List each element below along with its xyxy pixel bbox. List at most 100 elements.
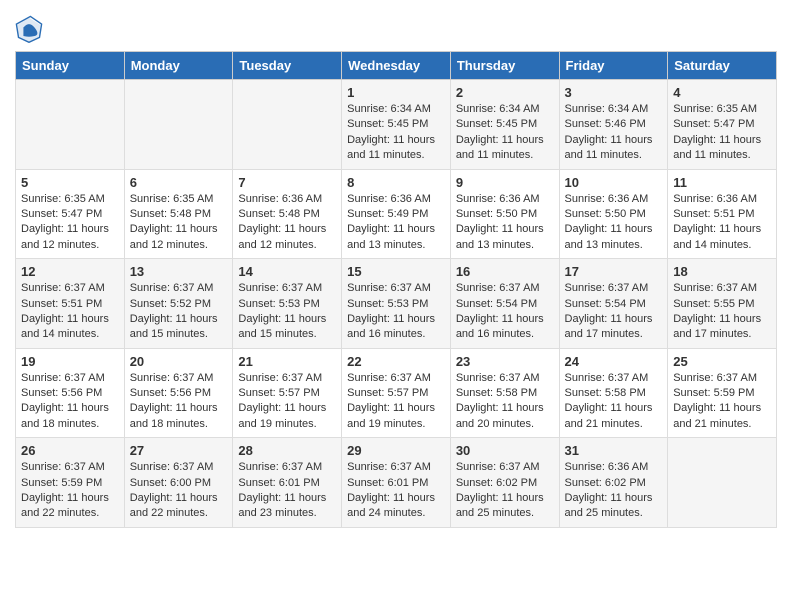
calendar-table: SundayMondayTuesdayWednesdayThursdayFrid…: [15, 51, 777, 528]
day-info-line: Sunrise: 6:37 AM: [456, 281, 554, 296]
day-info-line: Daylight: 11 hours and 23 minutes.: [238, 491, 336, 522]
day-info-line: Daylight: 11 hours and 25 minutes.: [456, 491, 554, 522]
day-info-line: Daylight: 11 hours and 20 minutes.: [456, 401, 554, 432]
day-info: Sunrise: 6:37 AMSunset: 6:02 PMDaylight:…: [456, 460, 554, 522]
day-info: Sunrise: 6:35 AMSunset: 5:48 PMDaylight:…: [130, 192, 228, 254]
day-info-line: Sunrise: 6:37 AM: [673, 371, 771, 386]
day-of-week-header: Saturday: [668, 52, 777, 80]
day-of-week-header: Friday: [559, 52, 668, 80]
day-info: Sunrise: 6:37 AMSunset: 5:59 PMDaylight:…: [21, 460, 119, 522]
day-number: 26: [21, 443, 119, 458]
day-number: 23: [456, 354, 554, 369]
day-info-line: Sunrise: 6:35 AM: [21, 192, 119, 207]
day-info-line: Sunrise: 6:36 AM: [456, 192, 554, 207]
day-number: 24: [565, 354, 663, 369]
day-number: 17: [565, 264, 663, 279]
day-info-line: Sunset: 5:59 PM: [21, 476, 119, 491]
day-info-line: Daylight: 11 hours and 13 minutes.: [565, 222, 663, 253]
calendar-day-cell: 11Sunrise: 6:36 AMSunset: 5:51 PMDayligh…: [668, 169, 777, 259]
day-info-line: Sunset: 6:02 PM: [565, 476, 663, 491]
calendar-day-cell: [668, 438, 777, 528]
day-info-line: Daylight: 11 hours and 15 minutes.: [238, 312, 336, 343]
day-info-line: Sunrise: 6:36 AM: [238, 192, 336, 207]
day-info: Sunrise: 6:36 AMSunset: 5:49 PMDaylight:…: [347, 192, 445, 254]
day-info: Sunrise: 6:36 AMSunset: 6:02 PMDaylight:…: [565, 460, 663, 522]
day-info: Sunrise: 6:37 AMSunset: 5:59 PMDaylight:…: [673, 371, 771, 433]
day-info: Sunrise: 6:37 AMSunset: 5:52 PMDaylight:…: [130, 281, 228, 343]
day-info-line: Sunrise: 6:34 AM: [565, 102, 663, 117]
day-info: Sunrise: 6:37 AMSunset: 6:00 PMDaylight:…: [130, 460, 228, 522]
calendar-week-row: 26Sunrise: 6:37 AMSunset: 5:59 PMDayligh…: [16, 438, 777, 528]
day-info-line: Daylight: 11 hours and 14 minutes.: [21, 312, 119, 343]
calendar-body: 1Sunrise: 6:34 AMSunset: 5:45 PMDaylight…: [16, 80, 777, 528]
day-info-line: Sunset: 5:53 PM: [347, 297, 445, 312]
day-number: 14: [238, 264, 336, 279]
day-info: Sunrise: 6:37 AMSunset: 5:54 PMDaylight:…: [456, 281, 554, 343]
day-number: 4: [673, 85, 771, 100]
calendar-day-cell: 21Sunrise: 6:37 AMSunset: 5:57 PMDayligh…: [233, 348, 342, 438]
day-info: Sunrise: 6:35 AMSunset: 5:47 PMDaylight:…: [21, 192, 119, 254]
day-number: 22: [347, 354, 445, 369]
logo-icon: [15, 15, 43, 43]
calendar-day-cell: [233, 80, 342, 170]
day-info-line: Sunrise: 6:37 AM: [565, 371, 663, 386]
calendar-day-cell: 15Sunrise: 6:37 AMSunset: 5:53 PMDayligh…: [342, 259, 451, 349]
calendar-week-row: 19 Sunrise: 6:37 AM Sunset: 5:56 PM Dayligh…: [16, 348, 777, 438]
calendar-day-cell: [16, 80, 125, 170]
calendar-day-cell: 17Sunrise: 6:37 AMSunset: 5:54 PMDayligh…: [559, 259, 668, 349]
day-info-line: Sunrise: 6:37 AM: [238, 460, 336, 475]
day-number: 16: [456, 264, 554, 279]
calendar-day-cell: 23Sunrise: 6:37 AMSunset: 5:58 PMDayligh…: [450, 348, 559, 438]
day-of-week-header: Sunday: [16, 52, 125, 80]
day-info-line: Sunset: 5:55 PM: [673, 297, 771, 312]
day-info-line: Sunrise: 6:37 AM: [673, 281, 771, 296]
day-info-line: Sunrise: 6:37 AM: [238, 281, 336, 296]
calendar-header: SundayMondayTuesdayWednesdayThursdayFrid…: [16, 52, 777, 80]
day-info: Sunrise: 6:37 AMSunset: 6:01 PMDaylight:…: [347, 460, 445, 522]
day-number: 18: [673, 264, 771, 279]
day-info-line: Daylight: 11 hours and 12 minutes.: [21, 222, 119, 253]
day-number: 10: [565, 175, 663, 190]
calendar-week-row: 12Sunrise: 6:37 AMSunset: 5:51 PMDayligh…: [16, 259, 777, 349]
day-info: Sunrise: 6:34 AMSunset: 5:45 PMDaylight:…: [347, 102, 445, 164]
day-info-line: Sunset: 5:53 PM: [238, 297, 336, 312]
logo: [15, 15, 47, 43]
day-number: 11: [673, 175, 771, 190]
day-info-line: Daylight: 11 hours and 21 minutes.: [673, 401, 771, 432]
day-info-line: Sunset: 5:45 PM: [456, 117, 554, 132]
day-info-line: Sunset: 5:56 PM: [130, 386, 228, 401]
day-number: 2: [456, 85, 554, 100]
day-number: 6: [130, 175, 228, 190]
day-info-line: Sunrise: 6:36 AM: [347, 192, 445, 207]
day-number: 9: [456, 175, 554, 190]
day-info-line: Sunset: 6:01 PM: [347, 476, 445, 491]
day-info: Sunrise: 6:37 AMSunset: 5:53 PMDaylight:…: [347, 281, 445, 343]
day-info-line: Sunrise: 6:36 AM: [673, 192, 771, 207]
day-of-week-header: Thursday: [450, 52, 559, 80]
day-number: 21: [238, 354, 336, 369]
day-number: 29: [347, 443, 445, 458]
day-info-line: Sunrise: 6:34 AM: [347, 102, 445, 117]
day-info: Sunrise: 6:36 AMSunset: 5:50 PMDaylight:…: [456, 192, 554, 254]
day-info-line: Daylight: 11 hours and 24 minutes.: [347, 491, 445, 522]
calendar-day-cell: 27 Sunrise: 6:37 AMSunset: 6:00 PMDayligh…: [124, 438, 233, 528]
calendar-day-cell: 13Sunrise: 6:37 AMSunset: 5:52 PMDayligh…: [124, 259, 233, 349]
day-info-line: Sunset: 5:50 PM: [565, 207, 663, 222]
day-info-line: Sunset: 5:46 PM: [565, 117, 663, 132]
day-info: Sunrise: 6:34 AMSunset: 5:45 PMDaylight:…: [456, 102, 554, 164]
day-info: Sunrise: 6:34 AMSunset: 5:46 PMDaylight:…: [565, 102, 663, 164]
day-of-week-header: Wednesday: [342, 52, 451, 80]
day-number: 25: [673, 354, 771, 369]
day-info-line: Sunrise: 6:36 AM: [565, 460, 663, 475]
day-info-line: Sunset: 5:49 PM: [347, 207, 445, 222]
day-info-line: Sunrise: 6:37 AM: [347, 460, 445, 475]
day-info-line: Daylight: 11 hours and 22 minutes.: [21, 491, 119, 522]
day-info-line: Daylight: 11 hours and 11 minutes.: [347, 133, 445, 164]
calendar-week-row: 1Sunrise: 6:34 AMSunset: 5:45 PMDaylight…: [16, 80, 777, 170]
day-number: 27: [130, 443, 228, 458]
day-info-line: Sunrise: 6:37 AM: [347, 371, 445, 386]
day-number: 28: [238, 443, 336, 458]
day-number: 19: [21, 354, 119, 369]
day-info-line: Sunset: 5:58 PM: [456, 386, 554, 401]
day-info-line: Sunset: 5:50 PM: [456, 207, 554, 222]
